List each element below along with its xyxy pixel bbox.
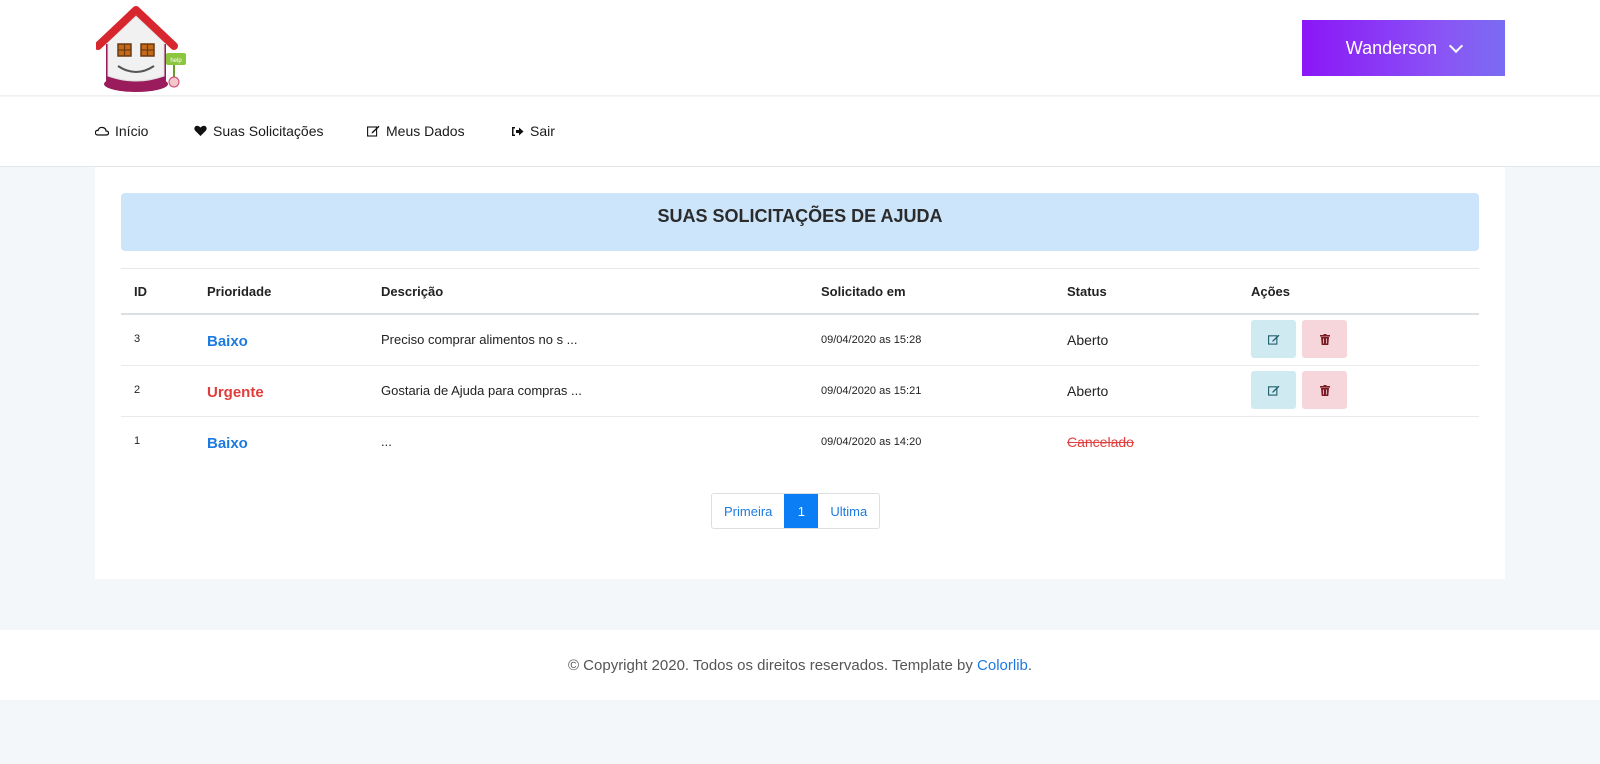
edit-button[interactable] <box>1251 371 1296 409</box>
row-status: Cancelado <box>1067 434 1134 450</box>
row-id: 1 <box>134 435 141 447</box>
edit-icon <box>1267 334 1279 345</box>
row-requested-at: 09/04/2020 as 15:21 <box>821 385 922 397</box>
nav-label: Meus Dados <box>386 123 465 139</box>
nav-label: Sair <box>530 123 555 139</box>
row-requested-at: 09/04/2020 as 15:28 <box>821 334 922 346</box>
table-row: 2 Urgente Gostaria de Ajuda para compras… <box>121 366 1479 417</box>
table-header: ID Prioridade Descrição Solicitado em St… <box>121 269 1479 315</box>
column-header-actions: Ações <box>1251 284 1291 299</box>
house-logo-icon: help <box>94 6 186 92</box>
row-id: 2 <box>134 384 141 396</box>
nav-item-sair[interactable]: Sair <box>510 123 555 139</box>
nav-label: Suas Solicitações <box>213 123 324 139</box>
delete-button[interactable] <box>1302 371 1347 409</box>
page-title: SUAS SOLICITAÇÕES DE AJUDA <box>121 193 1479 251</box>
nav-item-meus-dados[interactable]: Meus Dados <box>366 123 465 139</box>
page-first[interactable]: Primeira <box>712 494 784 528</box>
row-description: ... <box>381 434 392 449</box>
table-row: 1 Baixo ... 09/04/2020 as 14:20 Cancelad… <box>121 417 1479 468</box>
footer-suffix: . <box>1027 656 1033 674</box>
row-status: Aberto <box>1067 383 1109 399</box>
edit-icon <box>366 125 380 137</box>
page-last[interactable]: Ultima <box>818 494 879 528</box>
column-header-priority: Prioridade <box>207 284 272 299</box>
footer: © Copyright 2020. Todos os direitos rese… <box>0 630 1600 700</box>
user-menu-button[interactable]: Wanderson <box>1302 20 1505 76</box>
heart-icon <box>193 125 207 137</box>
column-header-description: Descrição <box>381 284 444 299</box>
row-priority: Baixo <box>207 435 248 452</box>
nav-label: Início <box>115 123 149 139</box>
row-requested-at: 09/04/2020 as 14:20 <box>821 436 922 448</box>
table-row: 3 Baixo Preciso comprar alimentos no s .… <box>121 315 1479 366</box>
main-nav: Início Suas Solicitações Meus Dados Sair <box>0 97 1600 167</box>
nav-item-suas-solicitacoes[interactable]: Suas Solicitações <box>193 123 324 139</box>
pagination: Primeira 1 Ultima <box>711 493 881 529</box>
svg-text:help: help <box>170 58 182 64</box>
column-header-requested-at: Solicitado em <box>821 284 906 299</box>
row-priority: Urgente <box>207 384 264 401</box>
logo[interactable]: help <box>94 4 192 92</box>
edit-button[interactable] <box>1251 320 1296 358</box>
colorlib-link[interactable]: Colorlib <box>977 657 1028 674</box>
chevron-down-icon <box>1449 38 1464 54</box>
delete-button[interactable] <box>1302 320 1347 358</box>
row-status: Aberto <box>1067 332 1109 348</box>
nav-item-inicio[interactable]: Início <box>95 123 148 139</box>
trash-icon <box>1319 333 1330 345</box>
copyright-text: © Copyright 2020. Todos os direitos rese… <box>567 656 973 674</box>
header: help Wanderson <box>0 0 1600 96</box>
column-header-id: ID <box>134 284 147 299</box>
cloud-icon <box>95 126 109 136</box>
edit-icon <box>1267 385 1279 396</box>
row-description: Preciso comprar alimentos no s ... <box>381 332 578 347</box>
row-id: 3 <box>134 333 141 345</box>
trash-icon <box>1319 384 1330 396</box>
row-description: Gostaria de Ajuda para compras ... <box>381 383 582 398</box>
sign-out-icon <box>510 126 524 137</box>
user-name: Wanderson <box>1345 37 1438 58</box>
row-priority: Baixo <box>207 333 248 350</box>
column-header-status: Status <box>1067 284 1107 299</box>
requests-table: ID Prioridade Descrição Solicitado em St… <box>121 268 1479 468</box>
page-current[interactable]: 1 <box>784 494 819 528</box>
